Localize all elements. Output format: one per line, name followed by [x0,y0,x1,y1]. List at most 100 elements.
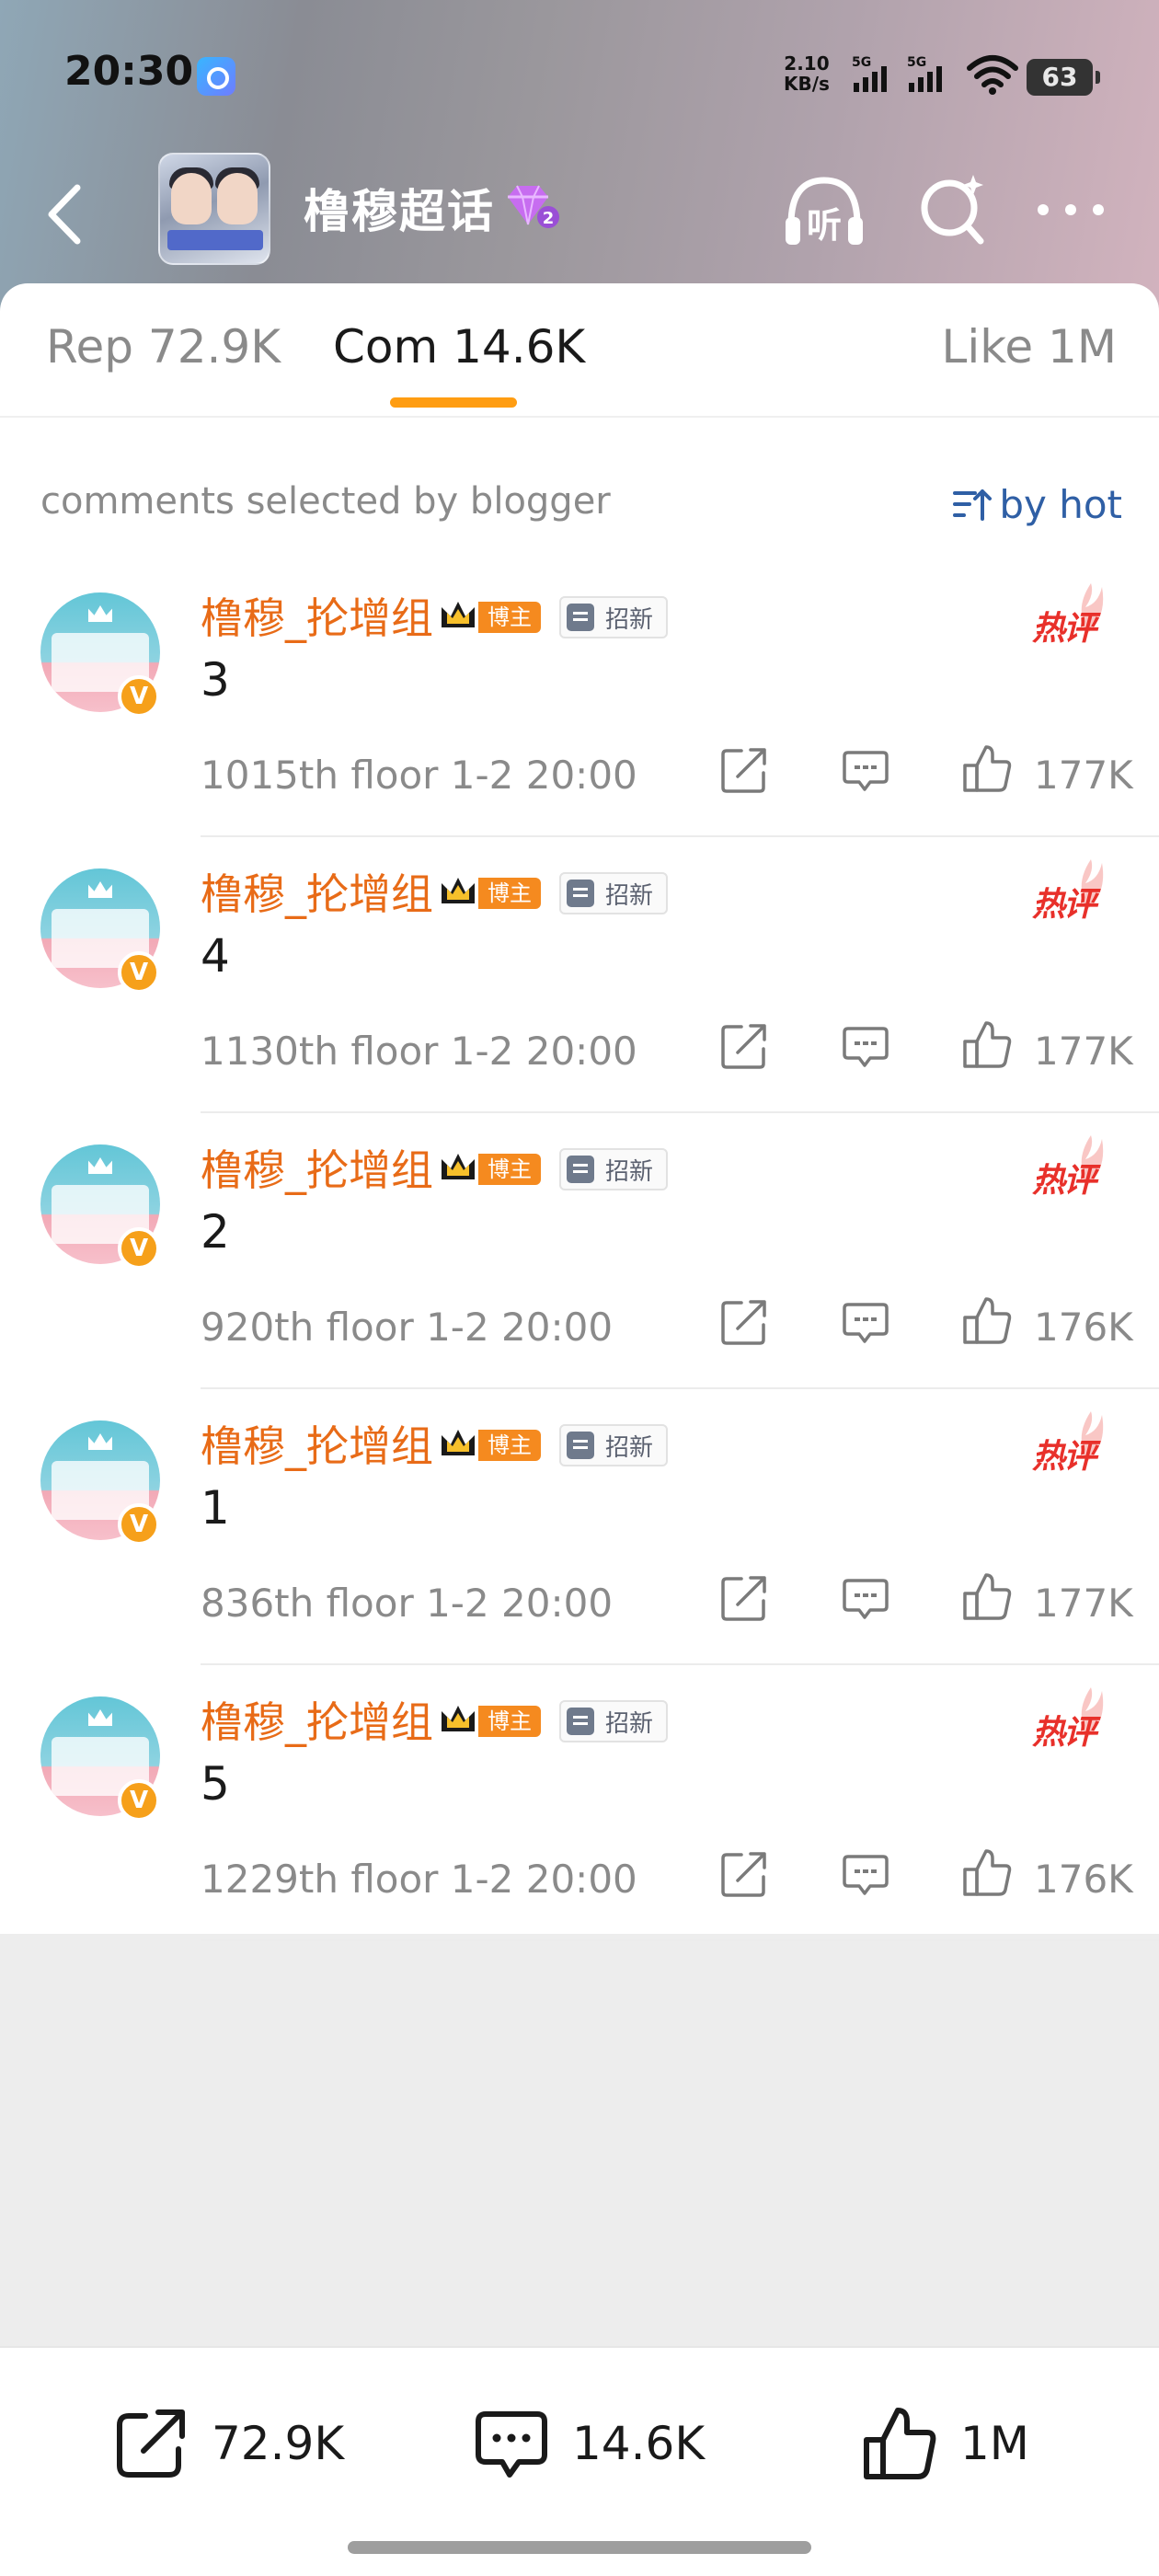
tab-likes[interactable]: Like 1M [941,320,1117,374]
hot-comment-mark: 热评 [1030,857,1115,924]
blogger-badge: 博主 [478,878,541,909]
battery-indicator: 63 [1027,59,1100,96]
blogger-badge: 博主 [478,1154,541,1185]
repost-icon[interactable] [719,1297,769,1347]
like-button[interactable]: 1M [855,2399,1029,2488]
recruit-tag[interactable]: 招新 [559,1424,669,1466]
tag-list-icon [567,880,594,907]
recruit-tag[interactable]: 招新 [559,872,669,914]
recruit-tag-label: 招新 [605,1433,654,1462]
level-gem-icon: 2 [508,185,559,228]
reply-icon[interactable] [841,1021,890,1071]
topic-avatar[interactable] [158,153,270,265]
like-thumb-icon[interactable] [960,1294,1014,1347]
comment-text[interactable]: 2 [201,1205,230,1259]
back-icon[interactable] [37,175,96,254]
comment-item[interactable]: V 橹穆_抡增组 博主 招新 热评 2 920th floor 1-2 20:0… [0,1113,1159,1389]
tag-list-icon [567,1156,594,1183]
username[interactable]: 橹穆_抡增组 [201,1413,433,1474]
comment-item[interactable]: V 橹穆_抡增组 博主 招新 热评 1 836th floor 1-2 20:0… [0,1389,1159,1665]
tag-list-icon [567,1708,594,1735]
reply-icon[interactable] [841,1573,890,1623]
hot-comment-mark: 热评 [1030,1133,1115,1200]
like-thumb-icon[interactable] [960,1570,1014,1623]
repost-icon[interactable] [719,745,769,795]
hot-comment-label: 热评 [1032,1162,1096,1200]
reply-icon[interactable] [841,1297,890,1347]
recruit-tag-label: 招新 [605,1709,654,1738]
hot-comment-label: 热评 [1032,1438,1096,1476]
like-thumb-icon[interactable] [960,1846,1014,1899]
username[interactable]: 橹穆_抡增组 [201,585,433,646]
more-menu-icon[interactable] [1034,199,1107,221]
username[interactable]: 橹穆_抡增组 [201,861,433,922]
comment-text[interactable]: 5 [201,1757,230,1811]
listen-headphone-icon[interactable]: 听 [780,167,868,256]
network-speed: 2.10 KB/s [784,53,830,94]
recruit-tag[interactable]: 招新 [559,596,669,638]
network-speed-unit: KB/s [784,73,830,95]
username[interactable]: 橹穆_抡增组 [201,1137,433,1198]
signal-5g-icon-2: 5G [907,55,942,92]
comment-divider [201,1939,1159,1941]
signal-label-2: 5G [907,55,926,70]
wifi-icon [967,55,1018,95]
verified-badge: V [118,675,160,718]
comment-item[interactable]: V 橹穆_抡增组 博主 招新 热评 4 1130th floor 1-2 20:… [0,837,1159,1113]
network-speed-value: 2.10 [784,52,830,75]
like-thumb-icon[interactable] [960,742,1014,795]
comment-like-count: 176K [1034,1305,1133,1350]
like-thumb-icon[interactable] [960,1018,1014,1071]
filter-row: comments selected by blogger by hot [0,478,1159,534]
verified-badge: V [118,1503,160,1546]
blogger-badge: 博主 [478,1706,541,1737]
comment-like-count: 177K [1034,753,1133,798]
comment-meta: 920th floor 1-2 20:00 [201,1305,614,1350]
comment-like-count: 176K [1034,1857,1133,1902]
username[interactable]: 橹穆_抡增组 [201,1689,433,1750]
tag-list-icon [567,604,594,631]
level-number: 2 [543,209,555,228]
repost-icon[interactable] [719,1573,769,1623]
recruit-tag-label: 招新 [605,1157,654,1186]
comments-sheet: Rep 72.9K Com 14.6K Like 1M comments sel… [0,283,1159,1941]
share-icon [117,2409,185,2478]
share-count: 72.9K [212,2417,345,2470]
status-time: 20:30 [64,48,194,95]
verified-badge: V [118,1227,160,1270]
signal-5g-icon-1: 5G [852,55,887,92]
comment-meta: 836th floor 1-2 20:00 [201,1581,614,1626]
sort-button[interactable]: by hot [951,478,1122,530]
search-icon[interactable] [916,167,992,252]
sort-label: by hot [999,481,1122,527]
comment-item[interactable]: V 橹穆_抡增组 博主 招新 热评 3 1015th floor 1-2 20:… [0,561,1159,837]
comment-meta: 1015th floor 1-2 20:00 [201,753,637,798]
hot-comment-mark: 热评 [1030,1409,1115,1476]
comment-text[interactable]: 1 [201,1481,230,1535]
tab-bar: Rep 72.9K Com 14.6K Like 1M [0,283,1159,418]
nav-bar: 橹穆超话 2 听 [0,147,1159,285]
filter-label: comments selected by blogger [40,480,611,523]
topic-title[interactable]: 橹穆超话 [304,175,495,241]
comment-meta: 1130th floor 1-2 20:00 [201,1029,637,1074]
signal-label-1: 5G [852,55,871,70]
hot-comment-label: 热评 [1032,1714,1096,1752]
recruit-tag[interactable]: 招新 [559,1148,669,1190]
repost-icon[interactable] [719,1849,769,1899]
comment-meta: 1229th floor 1-2 20:00 [201,1857,637,1902]
reply-icon[interactable] [841,745,890,795]
hot-comment-label: 热评 [1032,886,1096,924]
blogger-badge: 博主 [478,602,541,633]
crown-icon [442,602,475,627]
tab-reposts[interactable]: Rep 72.9K [46,320,281,374]
reply-icon[interactable] [841,1849,890,1899]
tab-comments[interactable]: Com 14.6K [333,320,585,374]
comment-button[interactable]: 14.6K [467,2399,705,2488]
repost-icon[interactable] [719,1021,769,1071]
share-button[interactable]: 72.9K [107,2399,344,2488]
recruit-tag[interactable]: 招新 [559,1700,669,1742]
comment-text[interactable]: 4 [201,929,230,983]
home-indicator[interactable] [348,2541,811,2554]
comment-item[interactable]: V 橹穆_抡增组 博主 招新 热评 5 1229th floor 1-2 20:… [0,1665,1159,1941]
comment-text[interactable]: 3 [201,653,230,707]
